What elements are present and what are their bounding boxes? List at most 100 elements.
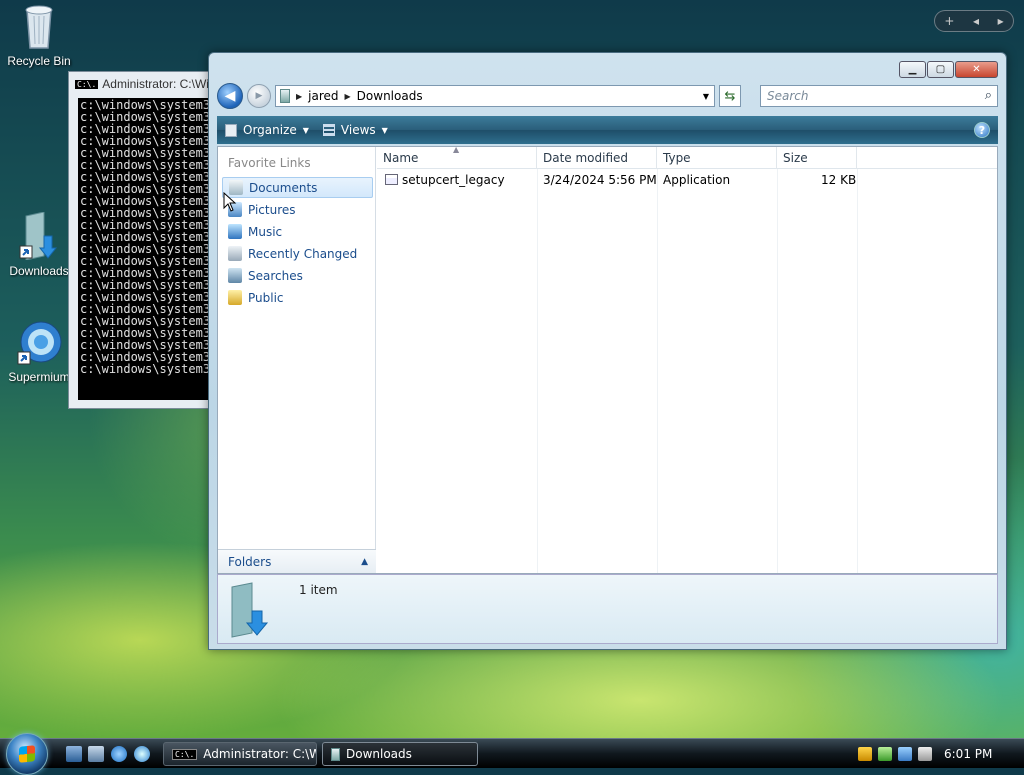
next-gadget-button[interactable]: ▸ <box>998 14 1004 28</box>
favorite-link-recently-changed[interactable]: Recently Changed <box>222 243 373 264</box>
console-window[interactable]: C:\. Administrator: C:\Windows\System32\… <box>68 71 218 409</box>
favorite-link-searches[interactable]: Searches <box>222 265 373 286</box>
show-desktop-icon[interactable] <box>66 746 82 762</box>
desktop-icon-downloads[interactable]: Downloads <box>1 212 77 278</box>
security-shield-icon[interactable] <box>858 747 872 761</box>
column-header-row: Name ▲ Date modified Type Size <box>377 145 997 169</box>
column-header-date-modified[interactable]: Date modified <box>537 147 657 169</box>
breadcrumb-separator-icon[interactable]: ▶ <box>345 92 351 101</box>
favorite-link-pictures[interactable]: Pictures <box>222 199 373 220</box>
column-divider <box>537 169 538 573</box>
views-icon <box>322 124 335 136</box>
system-tray: 6:01 PM <box>852 739 1024 769</box>
start-button[interactable] <box>6 733 48 775</box>
chevron-down-icon[interactable]: ▼ <box>698 86 714 106</box>
file-type-cell: Application <box>663 173 731 187</box>
sort-ascending-icon: ▲ <box>453 145 460 154</box>
windows-update-icon[interactable] <box>878 747 892 761</box>
favorite-link-label: Music <box>248 224 283 239</box>
downloads-folder-icon <box>19 212 58 260</box>
help-button[interactable]: ? <box>974 122 990 138</box>
favorite-link-label: Pictures <box>248 202 296 217</box>
favorite-link-label: Recently Changed <box>248 246 358 261</box>
favorite-link-public[interactable]: Public <box>222 287 373 308</box>
search-placeholder: Search <box>767 89 809 103</box>
minimize-button[interactable]: ▁ <box>899 61 926 78</box>
organize-label: Organize <box>243 123 297 137</box>
views-label: Views <box>340 123 376 137</box>
searches-icon <box>228 268 242 283</box>
add-gadget-button[interactable]: + <box>944 14 954 28</box>
file-name: setupcert_legacy <box>402 173 505 187</box>
taskbar-button-label: Downloads <box>346 747 412 761</box>
details-pane: 1 item <box>217 574 998 644</box>
internet-explorer-icon[interactable] <box>111 746 127 762</box>
column-header-label: Type <box>663 151 691 165</box>
desktop-icon-label: Recycle Bin <box>7 54 71 68</box>
switch-windows-icon[interactable] <box>88 746 104 762</box>
desktop-icon-supermium[interactable]: Supermium <box>1 320 77 384</box>
organize-button[interactable]: Organize ▼ <box>225 123 309 137</box>
folder-icon <box>280 89 290 103</box>
desktop-icon-label: Downloads <box>9 264 69 278</box>
file-size-cell: 12 KB <box>821 173 857 187</box>
search-icon[interactable]: ⌕ <box>985 88 992 103</box>
taskbar-button-label: Administrator: C:\W... <box>203 747 316 761</box>
content-area: Favorite Links Documents Pictures Music Rec… <box>217 145 998 574</box>
console-title-bar[interactable]: C:\. Administrator: C:\Windows\System32\… <box>69 72 217 96</box>
command-toolbar: Organize ▼ Views ▼ ? <box>217 116 998 144</box>
taskbar-button-console[interactable]: C:\. Administrator: C:\W... <box>163 742 317 766</box>
breadcrumb-downloads[interactable]: Downloads <box>357 89 423 103</box>
minimize-icon: ▁ <box>908 64 917 75</box>
back-arrow-icon: ◀ <box>224 88 236 104</box>
favorite-link-music[interactable]: Music <box>222 221 373 242</box>
clock[interactable]: 6:01 PM <box>944 747 992 761</box>
views-button[interactable]: Views ▼ <box>322 123 388 137</box>
favorite-link-documents[interactable]: Documents <box>222 177 373 198</box>
forward-button[interactable]: ▶ <box>247 84 271 108</box>
supermium-browser-icon <box>17 321 62 365</box>
column-divider <box>857 169 858 573</box>
file-row[interactable]: setupcert_legacy 3/24/2024 5:56 PM Appli… <box>377 171 997 191</box>
breadcrumb-jared[interactable]: jared <box>308 89 338 103</box>
maximize-icon: ▢ <box>935 64 946 75</box>
address-bar[interactable]: ▶ jared ▶ Downloads ▼ <box>275 85 715 107</box>
network-icon[interactable] <box>898 747 912 761</box>
close-icon: ✕ <box>972 64 981 75</box>
taskbar-button-downloads[interactable]: Downloads <box>322 742 478 766</box>
console-title: Administrator: C:\Windows\System32\cmd.e… <box>102 77 217 91</box>
explorer-window[interactable]: ▁ ▢ ✕ ◀ ▶ ▶ jared ▶ Downloads ▼ ⇆ Search… <box>208 52 1007 650</box>
file-list: Name ▲ Date modified Type Size setupcert… <box>377 145 997 573</box>
column-header-name[interactable]: Name ▲ <box>377 145 537 169</box>
console-line: c:\windows\system32> <box>80 362 217 376</box>
recently-changed-icon <box>228 246 242 261</box>
column-header-size[interactable]: Size <box>777 147 857 169</box>
folders-toggle[interactable]: Folders ▲ <box>218 549 376 573</box>
close-button[interactable]: ✕ <box>955 61 998 78</box>
forward-arrow-icon: ▶ <box>255 91 263 101</box>
chevron-down-icon: ▼ <box>302 125 309 135</box>
file-name-cell: setupcert_legacy <box>385 173 505 187</box>
desktop-icon-recycle-bin[interactable]: Recycle Bin <box>1 2 77 68</box>
refresh-icon: ⇆ <box>724 88 736 104</box>
breadcrumb-separator-icon[interactable]: ▶ <box>296 92 302 101</box>
volume-muted-icon[interactable] <box>918 747 932 761</box>
address-row: ◀ ▶ ▶ jared ▶ Downloads ▼ ⇆ Search ⌕ <box>217 83 998 109</box>
back-button[interactable]: ◀ <box>217 83 243 109</box>
console-output[interactable]: c:\windows\system32> c:\windows\system32>… <box>78 98 217 400</box>
organize-icon <box>225 123 237 137</box>
chevron-up-icon: ▲ <box>361 556 368 567</box>
column-header-label: Date modified <box>543 151 629 165</box>
previous-gadget-button[interactable]: ◂ <box>973 14 979 28</box>
windows-logo-icon <box>19 745 35 763</box>
public-folder-icon <box>228 290 242 305</box>
refresh-button[interactable]: ⇆ <box>719 85 741 107</box>
music-icon <box>228 224 242 239</box>
supermium-quicklaunch-icon[interactable] <box>134 746 150 762</box>
search-input[interactable]: Search ⌕ <box>760 85 998 107</box>
taskbar: C:\. Administrator: C:\W... Downloads 6:… <box>0 733 1024 775</box>
column-header-type[interactable]: Type <box>657 147 777 169</box>
navigation-pane: Favorite Links Documents Pictures Music Rec… <box>218 147 376 573</box>
maximize-button[interactable]: ▢ <box>927 61 954 78</box>
cmd-icon: C:\. <box>75 79 99 89</box>
